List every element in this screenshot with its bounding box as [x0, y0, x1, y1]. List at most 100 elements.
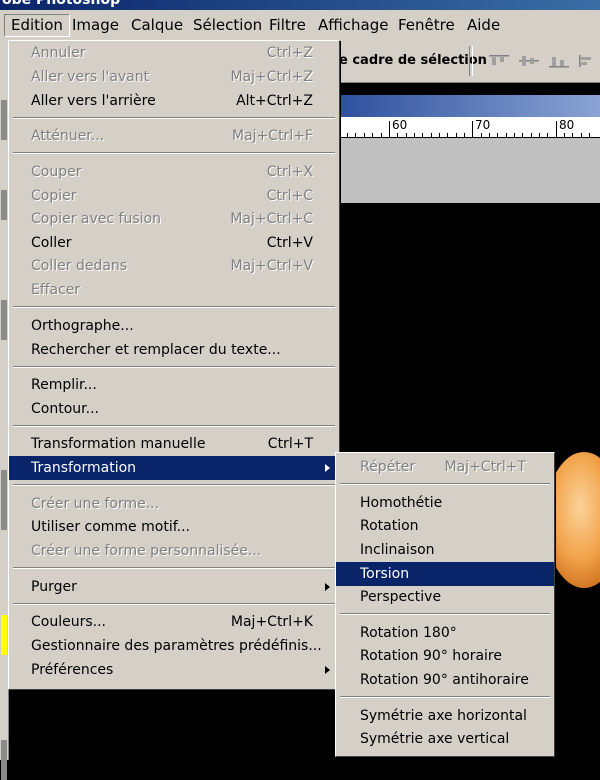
ruler-tick: [439, 133, 440, 137]
menu-item-label: Copier: [31, 188, 77, 204]
menu-item-label: Couper: [31, 164, 82, 180]
menu-item-rotation-180[interactable]: Rotation 180°: [336, 621, 554, 645]
ruler-tick: [564, 133, 565, 137]
menu-item-couper[interactable]: Couper Ctrl+X: [9, 160, 339, 184]
tool-icon[interactable]: [1, 740, 7, 780]
menu-separator: [13, 567, 335, 569]
window-title: obe Photoshop: [2, 0, 121, 8]
ruler-tick: [447, 133, 448, 137]
menu-item-aller-vers-arriere[interactable]: Aller vers l'arrière Alt+Ctrl+Z: [9, 89, 339, 113]
menu-item-aller-vers-avant[interactable]: Aller vers l'avant Maj+Ctrl+Z: [9, 65, 339, 89]
menu-item-copier-avec-fusion[interactable]: Copier avec fusion Maj+Ctrl+C: [9, 207, 339, 231]
ruler-tick: [589, 133, 590, 137]
menu-image[interactable]: Image: [72, 15, 119, 36]
menu-item-torsion[interactable]: Torsion: [336, 562, 554, 586]
menu-item-symetrie-horizontal[interactable]: Symétrie axe horizontal: [336, 704, 554, 728]
menu-item-homothetie[interactable]: Homothétie: [336, 491, 554, 515]
menu-item-coller[interactable]: Coller Ctrl+V: [9, 231, 339, 255]
menu-item-purger[interactable]: Purger: [9, 575, 339, 599]
menu-separator: [13, 484, 335, 486]
tool-icon[interactable]: [1, 190, 7, 220]
ruler-tick: [539, 133, 540, 137]
tool-icon[interactable]: [1, 100, 7, 140]
menu-item-creer-forme-personnalisee[interactable]: Créer une forme personnalisée...: [9, 539, 339, 563]
menu-item-repeter[interactable]: Répéter Maj+Ctrl+T: [336, 455, 554, 479]
menu-item-label: Symétrie axe horizontal: [360, 708, 527, 724]
menu-item-remplir[interactable]: Remplir...: [9, 373, 339, 397]
menu-item-label: Atténuer...: [31, 128, 105, 144]
menu-item-label: Rechercher et remplacer du texte...: [31, 342, 281, 358]
toolbar-separator: [469, 46, 473, 76]
tool-icon[interactable]: [1, 470, 7, 530]
menu-calque[interactable]: Calque: [131, 15, 183, 36]
menu-item-shortcut: Maj+Ctrl+V: [230, 258, 314, 274]
menu-item-contour[interactable]: Contour...: [9, 397, 339, 421]
document-titlebar[interactable]: [335, 95, 600, 117]
menu-item-coller-dedans[interactable]: Coller dedans Maj+Ctrl+V: [9, 254, 339, 278]
menu-item-shortcut: Ctrl+C: [266, 188, 313, 204]
menu-item-attenuer[interactable]: Atténuer... Maj+Ctrl+F: [9, 124, 339, 148]
canvas-pasteboard: [335, 138, 600, 203]
menu-item-rechercher-remplacer[interactable]: Rechercher et remplacer du texte...: [9, 338, 339, 362]
menu-item-shortcut: Maj+Ctrl+T: [444, 459, 526, 475]
menu-item-gestionnaire-parametres[interactable]: Gestionnaire des paramètres prédéfinis..…: [9, 634, 339, 658]
menu-fenetre[interactable]: Fenêtre: [398, 15, 455, 36]
menu-item-transformation-manuelle[interactable]: Transformation manuelle Ctrl+T: [9, 432, 339, 456]
ruler-tick: [397, 133, 398, 137]
tool-icon[interactable]: [1, 300, 7, 340]
menu-item-label: Effacer: [31, 282, 81, 298]
ruler-tick: [414, 133, 415, 137]
menu-item-inclinaison[interactable]: Inclinaison: [336, 538, 554, 562]
align-left-icon[interactable]: [578, 54, 600, 68]
menu-item-shortcut: Alt+Ctrl+Z: [236, 93, 313, 109]
menu-item-label: Annuler: [31, 45, 86, 61]
menu-item-label: Rotation 180°: [360, 625, 457, 641]
menu-item-couleurs[interactable]: Couleurs... Maj+Ctrl+K: [9, 610, 339, 634]
menu-item-label: Symétrie axe vertical: [360, 731, 510, 747]
menu-item-utiliser-comme-motif[interactable]: Utiliser comme motif...: [9, 515, 339, 539]
align-middle-icon[interactable]: [518, 54, 540, 68]
ruler-tick: [422, 133, 423, 137]
menu-item-rotation[interactable]: Rotation: [336, 514, 554, 538]
ruler-tick: [497, 133, 498, 137]
menu-item-transformation[interactable]: Transformation: [9, 456, 339, 480]
menu-item-rotation-90-antihoraire[interactable]: Rotation 90° antihoraire: [336, 668, 554, 692]
menu-selection[interactable]: Sélection: [193, 15, 262, 36]
menu-item-preferences[interactable]: Préférences: [9, 658, 339, 682]
menu-item-shortcut: Maj+Ctrl+K: [230, 614, 313, 630]
align-top-icon[interactable]: [488, 54, 510, 68]
menu-item-symetrie-vertical[interactable]: Symétrie axe vertical: [336, 727, 554, 751]
menu-item-effacer[interactable]: Effacer: [9, 278, 339, 302]
menu-filtre[interactable]: Filtre: [269, 15, 306, 36]
menu-item-label: Créer une forme...: [31, 496, 160, 512]
submenu-arrow-icon: [325, 666, 330, 674]
menu-item-label: Remplir...: [31, 377, 97, 393]
ruler-tick: [522, 133, 523, 137]
menu-affichage[interactable]: Affichage: [318, 15, 388, 36]
color-swatch[interactable]: [1, 615, 7, 655]
menu-item-rotation-90-horaire[interactable]: Rotation 90° horaire: [336, 644, 554, 668]
menu-separator: [13, 152, 335, 154]
menu-aide[interactable]: Aide: [467, 15, 500, 36]
menu-item-orthographe[interactable]: Orthographe...: [9, 314, 339, 338]
menu-separator: [13, 117, 335, 119]
menu-item-label: Coller: [31, 235, 72, 251]
options-toolbar: e cadre de sélection: [335, 40, 600, 83]
ruler-tick: [347, 133, 348, 137]
menu-item-shortcut: Ctrl+Z: [266, 45, 313, 61]
menu-edition[interactable]: Edition: [4, 14, 70, 37]
ruler-tick: [572, 133, 573, 137]
menu-item-copier[interactable]: Copier Ctrl+C: [9, 184, 339, 208]
ruler-tick: [472, 121, 473, 137]
ruler-tick: [464, 133, 465, 137]
menu-item-label: Rotation 90° horaire: [360, 648, 502, 664]
ruler-tick: [506, 133, 507, 137]
menu-item-label: Torsion: [360, 566, 410, 582]
menu-item-creer-forme[interactable]: Créer une forme...: [9, 492, 339, 516]
menu-item-label: Homothétie: [360, 495, 443, 511]
ruler-tick: [456, 133, 457, 137]
ruler-tick: [389, 121, 390, 137]
menu-item-annuler[interactable]: Annuler Ctrl+Z: [9, 41, 339, 65]
menu-item-perspective[interactable]: Perspective: [336, 585, 554, 609]
align-bottom-icon[interactable]: [548, 54, 570, 68]
